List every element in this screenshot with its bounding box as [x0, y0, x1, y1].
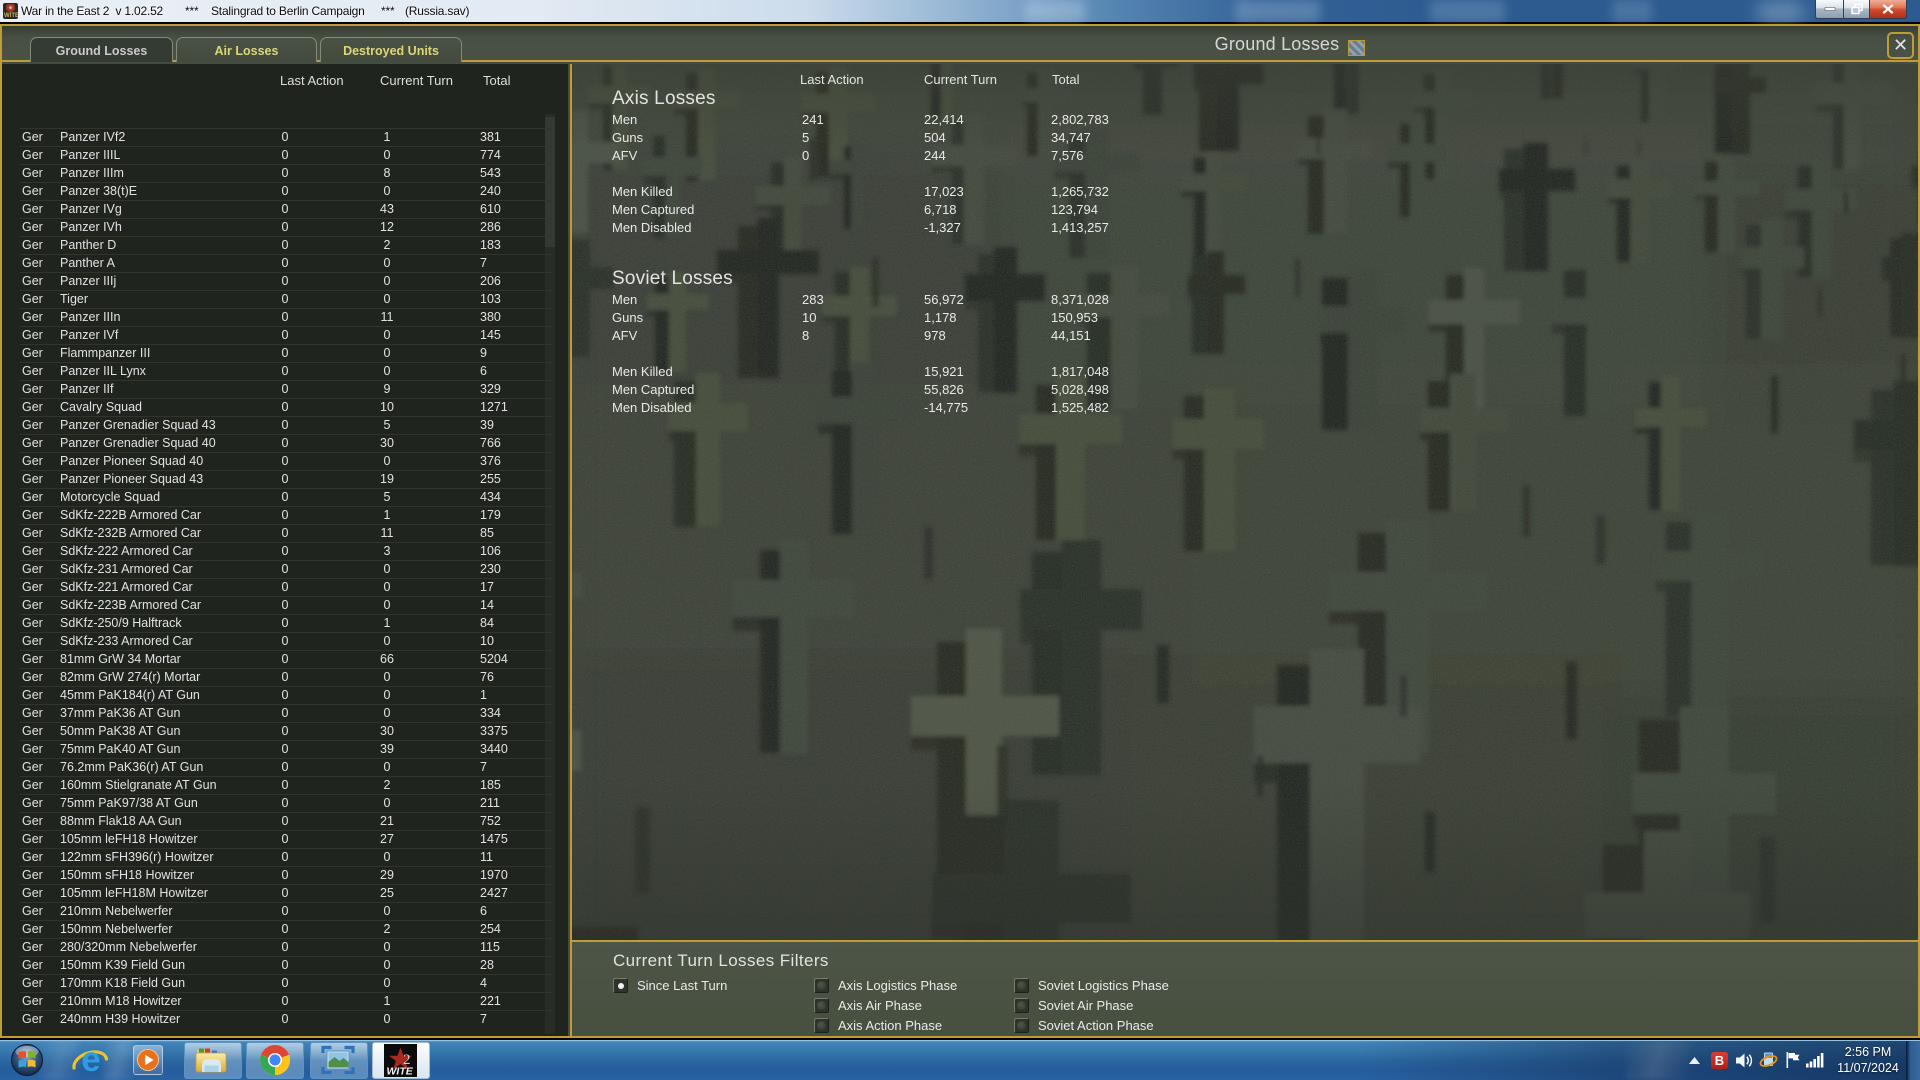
svg-text:WITE: WITE	[387, 1066, 414, 1078]
